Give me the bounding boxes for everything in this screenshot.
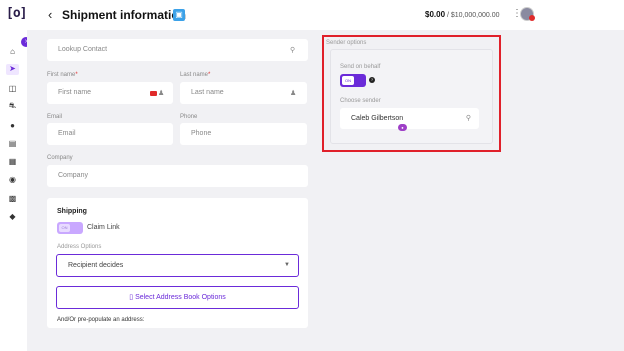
last-name-label: Last name*: [180, 72, 211, 78]
choose-sender-label: Choose sender: [340, 98, 381, 104]
email-input[interactable]: Email: [47, 123, 173, 145]
app-logo[interactable]: [o]: [6, 6, 28, 21]
chevron-down-icon: ▼: [284, 262, 290, 268]
person-icon: ♟: [290, 90, 297, 97]
select-address-book-button[interactable]: ▯ Select Address Book Options: [56, 286, 299, 309]
phone-label: Phone: [180, 114, 198, 120]
toggle-knob: ON: [342, 76, 354, 85]
inventory-icon[interactable]: ◫: [8, 84, 17, 93]
sidebar: [0, 30, 26, 351]
lookup-contact-input[interactable]: Lookup Contact: [47, 39, 308, 61]
toggle-knob: ON: [59, 224, 70, 232]
address-book-button-label: Select Address Book Options: [135, 294, 226, 301]
address-options-label: Address Options: [57, 244, 102, 250]
last-name-input[interactable]: Last name: [180, 82, 307, 104]
choose-sender-input[interactable]: Caleb Gilbertson ⚲: [340, 108, 479, 129]
home-icon[interactable]: ⌂: [8, 47, 17, 56]
company-input[interactable]: Company: [47, 165, 308, 187]
prepopulate-address-label: And/Or pre-populate an address:: [57, 317, 145, 323]
sender-value: Caleb Gilbertson: [351, 115, 404, 122]
phone-input[interactable]: Phone: [180, 123, 307, 145]
shipping-title: Shipping: [57, 208, 87, 215]
gift-box-icon[interactable]: ▣: [173, 9, 185, 21]
address-options-select[interactable]: Recipient decides ▼: [56, 254, 299, 277]
company-label: Company: [47, 155, 73, 161]
target-icon[interactable]: ◉: [8, 175, 17, 184]
required-mark: *: [75, 72, 78, 78]
balance-limit: $10,000,000.00: [450, 12, 500, 19]
top-bar: [o] ‹ Shipment information ▣ $0.00 / $10…: [0, 0, 624, 30]
person-icon: ♟: [158, 90, 165, 97]
flag-icon[interactable]: [150, 91, 157, 96]
page-title: Shipment information: [62, 8, 186, 22]
claim-link-label: Claim Link: [87, 224, 120, 231]
sender-indicator-icon: ●: [398, 124, 407, 131]
send-on-behalf-label: Send on behalf: [340, 64, 381, 70]
help-icon[interactable]: ?: [369, 77, 375, 83]
first-name-label: First name*: [47, 72, 78, 78]
shield-icon[interactable]: ◆: [8, 212, 17, 221]
clipboard-icon[interactable]: ▤: [8, 139, 17, 148]
sender-options-title: Sender options: [326, 40, 367, 46]
address-option-value: Recipient decides: [68, 262, 124, 269]
back-arrow-icon[interactable]: ‹: [48, 7, 52, 22]
notification-dot: [529, 15, 535, 21]
campaign-icon[interactable]: ●: [8, 121, 17, 130]
claim-link-toggle[interactable]: ON: [57, 222, 83, 234]
grid-icon[interactable]: ▦: [8, 157, 17, 166]
balance-current: $0.00: [425, 10, 446, 19]
email-label: Email: [47, 114, 63, 120]
search-icon: ⚲: [290, 47, 296, 54]
search-icon: ⚲: [465, 115, 471, 122]
required-mark: *: [208, 72, 211, 78]
send-icon[interactable]: ➤: [6, 64, 19, 75]
truck-icon[interactable]: ⛐: [8, 101, 17, 110]
account-balance: $0.00 / $10,000,000.00: [425, 10, 500, 19]
send-on-behalf-toggle[interactable]: ON: [340, 74, 366, 87]
gift-card-icon[interactable]: ▩: [8, 194, 17, 203]
